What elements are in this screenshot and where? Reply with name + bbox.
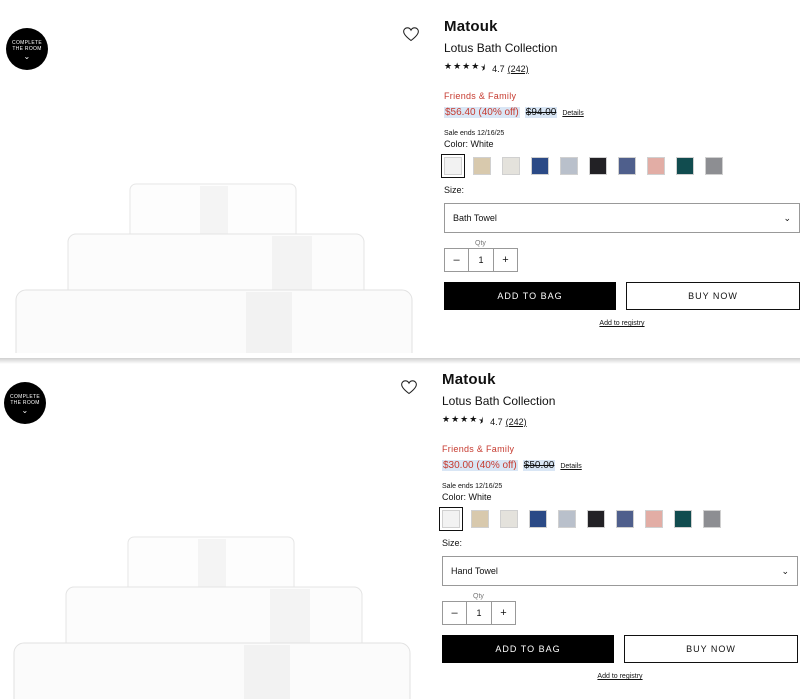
price-row: $56.40 (40% off) $94.00 Details <box>444 107 800 118</box>
half-star-icon: ⯨ <box>478 416 484 426</box>
heart-icon[interactable] <box>401 380 417 395</box>
sale-price: $30.00 (40% off) <box>442 460 518 471</box>
review-count-link[interactable]: (242) <box>506 417 527 427</box>
size-label: Size: <box>444 185 465 195</box>
star-icon: ★ <box>460 414 469 424</box>
qty-label: Qty <box>473 240 488 247</box>
star-icon: ★ <box>471 61 480 71</box>
rating-value: 4.7 <box>492 64 505 74</box>
product-view-hand-towel: COMPLETE THE ROOM ⌄ Matouk Lotus Bath Co… <box>0 353 800 699</box>
rating-value: 4.7 <box>490 417 503 427</box>
size-select-value: Bath Towel <box>453 213 497 223</box>
half-star-icon: ⯨ <box>480 63 486 73</box>
sale-ends: Sale ends 12/16/25 <box>442 483 503 490</box>
action-buttons: ADD TO BAG BUY NOW <box>442 635 798 663</box>
star-icon: ★ <box>453 61 462 71</box>
chevron-down-icon: ⌄ <box>783 212 791 223</box>
promo-label: Friends & Family <box>444 91 517 101</box>
star-rating: ★ ★ ★ ★ ⯨ <box>442 414 484 430</box>
sale-price: $56.40 (40% off) <box>444 107 520 118</box>
product-view-bath-towel: COMPLETE THE ROOM ⌄ Matouk Lotus Bath Co… <box>0 0 800 360</box>
color-swatch[interactable] <box>439 507 463 531</box>
size-select[interactable]: Hand Towel ⌄ <box>442 556 798 586</box>
add-to-bag-button[interactable]: ADD TO BAG <box>442 635 614 663</box>
details-link[interactable]: Details <box>560 463 581 470</box>
star-icon: ★ <box>444 61 453 71</box>
add-to-bag-button[interactable]: ADD TO BAG <box>444 282 616 310</box>
buy-now-button[interactable]: BUY NOW <box>624 635 798 663</box>
star-rating: ★ ★ ★ ★ ⯨ <box>444 61 486 77</box>
plus-icon[interactable]: + <box>494 249 517 271</box>
color-swatch[interactable] <box>676 157 694 175</box>
brand-name: Matouk <box>442 371 496 388</box>
chevron-down-icon: ⌄ <box>23 52 31 61</box>
chevron-down-icon: ⌄ <box>781 565 789 576</box>
star-icon: ★ <box>442 414 451 424</box>
original-price: $50.00 <box>522 460 556 471</box>
color-label: Color: White <box>444 139 494 149</box>
color-swatch[interactable] <box>560 157 578 175</box>
color-swatch[interactable] <box>471 510 489 528</box>
original-price: $94.00 <box>524 107 558 118</box>
brand-name: Matouk <box>444 18 498 35</box>
details-link[interactable]: Details <box>562 110 583 117</box>
promo-label: Friends & Family <box>442 444 515 454</box>
star-icon: ★ <box>451 414 460 424</box>
plus-icon[interactable]: + <box>492 602 515 624</box>
action-buttons: ADD TO BAG BUY NOW <box>444 282 800 310</box>
add-to-registry-link[interactable]: Add to registry <box>442 673 798 680</box>
size-select-value: Hand Towel <box>451 566 498 576</box>
color-swatches <box>439 507 798 531</box>
color-swatch[interactable] <box>502 157 520 175</box>
product-info: Matouk Lotus Bath Collection ★ ★ ★ ★ ⯨ 4… <box>439 371 798 680</box>
size-label: Size: <box>442 538 463 548</box>
panel-divider <box>0 358 800 364</box>
color-swatch[interactable] <box>618 157 636 175</box>
add-to-registry-link[interactable]: Add to registry <box>444 320 800 327</box>
complete-the-room-badge[interactable]: COMPLETE THE ROOM ⌄ <box>4 382 46 424</box>
star-icon: ★ <box>469 414 478 424</box>
quantity-stepper: Qty – 1 + <box>444 240 518 272</box>
product-title: Lotus Bath Collection <box>442 394 556 408</box>
quantity-input[interactable]: 1 <box>466 602 492 624</box>
quantity-stepper: Qty – 1 + <box>442 593 516 625</box>
product-info: Matouk Lotus Bath Collection ★ ★ ★ ★ ⯨ 4… <box>441 18 800 327</box>
product-title: Lotus Bath Collection <box>444 41 558 55</box>
quantity-input[interactable]: 1 <box>468 249 494 271</box>
color-swatch[interactable] <box>674 510 692 528</box>
color-swatch[interactable] <box>558 510 576 528</box>
towel-product-image <box>15 183 413 360</box>
complete-the-room-badge[interactable]: COMPLETE THE ROOM ⌄ <box>6 28 48 70</box>
color-swatch[interactable] <box>645 510 663 528</box>
color-label: Color: White <box>442 492 492 502</box>
color-swatch[interactable] <box>500 510 518 528</box>
sale-ends: Sale ends 12/16/25 <box>444 130 505 137</box>
color-swatch[interactable] <box>529 510 547 528</box>
color-swatches <box>441 154 800 178</box>
minus-icon[interactable]: – <box>443 602 466 624</box>
color-swatch[interactable] <box>587 510 605 528</box>
review-count-link[interactable]: (242) <box>508 64 529 74</box>
minus-icon[interactable]: – <box>445 249 468 271</box>
price-row: $30.00 (40% off) $50.00 Details <box>442 460 798 471</box>
towel-product-image <box>13 536 411 699</box>
chevron-down-icon: ⌄ <box>21 406 29 415</box>
rating: ★ ★ ★ ★ ⯨ 4.7 (242) <box>444 61 800 77</box>
rating: ★ ★ ★ ★ ⯨ 4.7 (242) <box>442 414 798 430</box>
qty-label: Qty <box>471 593 486 600</box>
size-select[interactable]: Bath Towel ⌄ <box>444 203 800 233</box>
color-swatch[interactable] <box>473 157 491 175</box>
color-swatch[interactable] <box>705 157 723 175</box>
color-swatch[interactable] <box>703 510 721 528</box>
buy-now-button[interactable]: BUY NOW <box>626 282 800 310</box>
heart-icon[interactable] <box>403 27 419 42</box>
color-swatch[interactable] <box>531 157 549 175</box>
color-swatch[interactable] <box>647 157 665 175</box>
color-swatch[interactable] <box>441 154 465 178</box>
star-icon: ★ <box>462 61 471 71</box>
color-swatch[interactable] <box>589 157 607 175</box>
color-swatch[interactable] <box>616 510 634 528</box>
